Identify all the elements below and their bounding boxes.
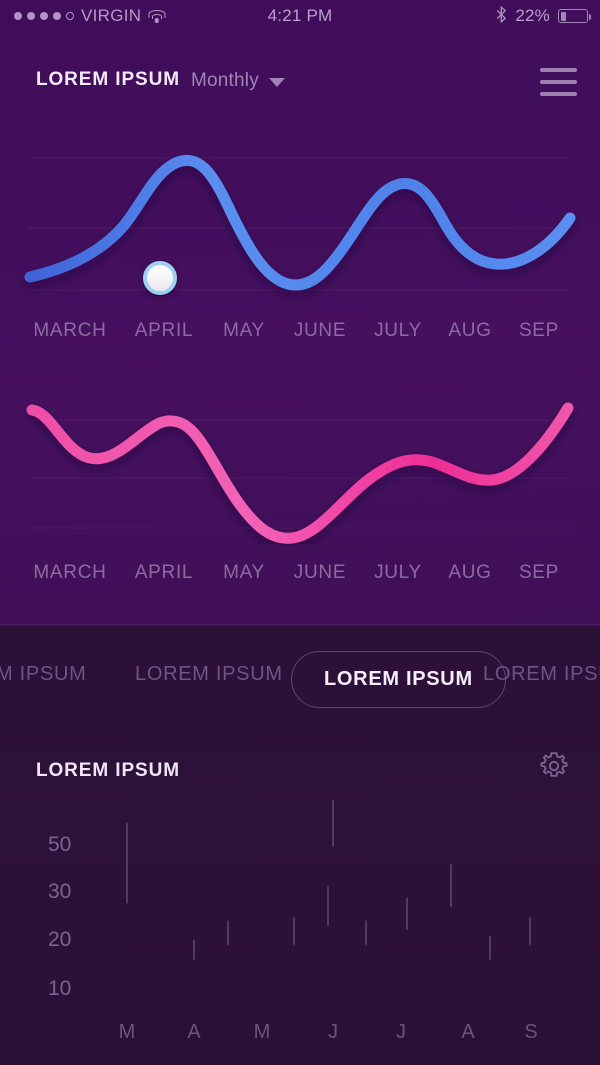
section-title: LOREM IPSUM [36, 760, 180, 782]
gear-icon[interactable] [536, 748, 572, 784]
bar-chart-svg: 50 30 20 10 M A M J J A S [0, 800, 600, 1065]
tab-item[interactable]: EM IPSUM [0, 663, 87, 686]
tab-active[interactable]: LOREM IPSUM [291, 651, 506, 708]
x-axis-tick-label: M [254, 1021, 271, 1043]
bluetooth-icon [496, 6, 507, 27]
status-bar: VIRGIN 4:21 PM 22% [0, 0, 600, 32]
bar-chart[interactable]: 50 30 20 10 M A M J J A S [0, 800, 600, 1065]
month-label: SEP [489, 562, 589, 584]
period-dropdown[interactable]: Monthly [191, 70, 285, 92]
battery-percent-label: 22% [515, 6, 550, 26]
pink-line-chart-svg [0, 390, 600, 545]
app-screen: VIRGIN 4:21 PM 22% LOREM IPSUM Monthly [0, 0, 600, 1065]
data-point-marker[interactable] [143, 261, 177, 295]
x-axis-tick-label: J [396, 1021, 406, 1043]
battery-icon [558, 9, 588, 23]
month-label: SEP [489, 320, 589, 342]
hamburger-menu-icon[interactable] [540, 67, 577, 95]
status-bar-right: 22% [496, 6, 588, 27]
pink-line-chart[interactable]: 34% [0, 390, 600, 545]
tab-item[interactable]: LOREM IPSU [483, 663, 600, 686]
top-charts-panel: VIRGIN 4:21 PM 22% LOREM IPSUM Monthly [0, 0, 600, 625]
chevron-down-icon [269, 78, 285, 87]
x-axis-tick-label: A [461, 1021, 475, 1043]
period-dropdown-label: Monthly [191, 70, 259, 92]
y-axis-tick-label: 10 [48, 977, 71, 1000]
x-axis-tick-label: A [187, 1021, 201, 1043]
x-axis-tick-label: M [119, 1021, 136, 1043]
blue-line-chart-svg [0, 110, 600, 305]
tab-bar[interactable]: EM IPSUMLOREM IPSUMLOREM IPSUMLOREM IPSU [0, 625, 600, 733]
y-axis-tick-label: 50 [48, 833, 71, 856]
tab-item[interactable]: LOREM IPSUM [135, 663, 283, 686]
y-axis-tick-label: 20 [48, 928, 71, 951]
tab-bar-divider [0, 625, 600, 626]
y-axis-tick-label: 30 [48, 880, 71, 903]
x-axis-tick-label: J [328, 1021, 338, 1043]
page-title: LOREM IPSUM [36, 69, 180, 91]
app-header: LOREM IPSUM Monthly [0, 55, 600, 110]
month-label: MARCH [20, 562, 120, 584]
x-axis-tick-label: S [524, 1021, 537, 1043]
blue-line-chart[interactable] [0, 110, 600, 305]
month-label: MARCH [20, 320, 120, 342]
